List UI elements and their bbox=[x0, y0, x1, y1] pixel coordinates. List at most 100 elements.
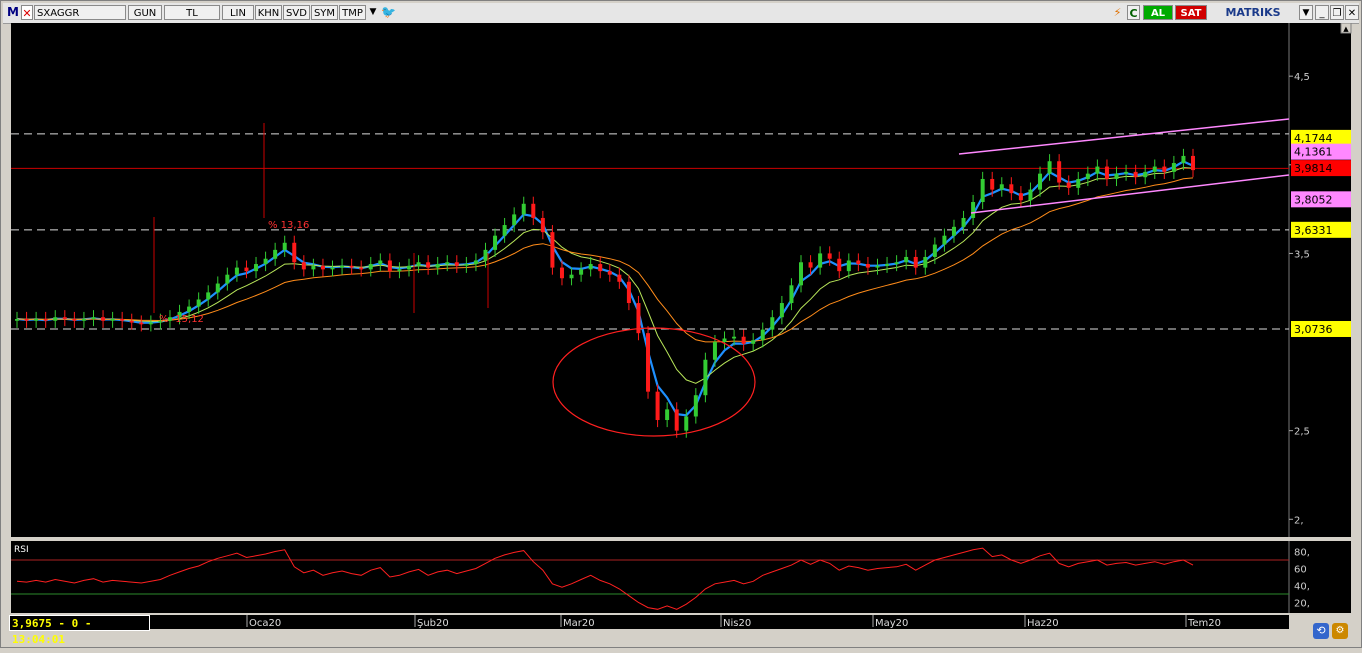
settings-icon[interactable]: ⚙ bbox=[1332, 623, 1348, 639]
candle-body bbox=[856, 260, 861, 265]
candle-body bbox=[416, 262, 421, 266]
candle-body bbox=[1085, 173, 1090, 179]
candle-body bbox=[1095, 166, 1100, 174]
candle-body bbox=[1152, 166, 1157, 172]
sell-button[interactable]: SAT bbox=[1175, 5, 1207, 20]
svg-text:▲: ▲ bbox=[1343, 25, 1349, 33]
chart-svg[interactable]: % 13,16% -15,12 4,543,52,52,4,17444,1361… bbox=[1, 22, 1362, 649]
candle-body bbox=[923, 256, 928, 268]
candle-body bbox=[703, 359, 708, 396]
candle-body bbox=[607, 271, 612, 275]
minimize-icon[interactable]: _ bbox=[1315, 5, 1329, 20]
candle-body bbox=[846, 260, 851, 272]
candle-body bbox=[741, 336, 746, 344]
price-marker-label: 4,1361 bbox=[1294, 146, 1333, 159]
candle-body bbox=[770, 317, 775, 330]
candle-body bbox=[1047, 161, 1052, 174]
candle-body bbox=[493, 235, 498, 250]
candle-body bbox=[215, 283, 220, 293]
candle-body bbox=[397, 269, 402, 272]
price-marker-label: 3,9814 bbox=[1294, 162, 1333, 175]
candle-body bbox=[550, 232, 555, 268]
time-label: Oca20 bbox=[249, 618, 281, 629]
candle-body bbox=[206, 292, 211, 300]
price-marker-label: 3,6331 bbox=[1294, 224, 1333, 237]
candle-body bbox=[913, 256, 918, 268]
price-tick-label: 2, bbox=[1294, 515, 1304, 526]
candle-body bbox=[760, 329, 765, 341]
menu-dropdown-icon[interactable]: ▼ bbox=[1299, 5, 1313, 20]
candle-body bbox=[1028, 189, 1033, 201]
restore-icon[interactable]: ❐ bbox=[1330, 5, 1344, 20]
khn-button[interactable]: KHN bbox=[255, 5, 282, 20]
sym-button[interactable]: SYM bbox=[311, 5, 338, 20]
price-tick-label: 2,5 bbox=[1294, 427, 1310, 438]
candle-body bbox=[951, 226, 956, 236]
lightning-icon[interactable]: ⚡ bbox=[1111, 5, 1124, 20]
candle-body bbox=[349, 265, 354, 268]
price-marker-label: 3,8052 bbox=[1294, 193, 1333, 206]
candle-body bbox=[43, 318, 48, 321]
candle-body bbox=[34, 318, 39, 321]
candle-body bbox=[617, 274, 622, 282]
candle-body bbox=[808, 262, 813, 268]
candle-body bbox=[894, 262, 899, 265]
candle-body bbox=[196, 299, 201, 307]
candle-body bbox=[980, 178, 985, 203]
rsi-label: RSI bbox=[14, 545, 29, 555]
candle-body bbox=[779, 303, 784, 318]
symbol-field[interactable]: SXAGGR bbox=[34, 5, 126, 20]
candle-body bbox=[225, 274, 230, 284]
price-tick-label: 3,5 bbox=[1294, 249, 1310, 260]
scale-button[interactable]: LIN bbox=[222, 5, 254, 20]
candle-body bbox=[473, 260, 478, 265]
close-symbol-icon[interactable]: ✕ bbox=[21, 5, 33, 20]
dropdown-icon[interactable]: ▼ bbox=[367, 5, 379, 20]
rsi-tick-label: 80, bbox=[1294, 548, 1310, 559]
candle-body bbox=[340, 265, 345, 268]
close-icon[interactable]: ✕ bbox=[1345, 5, 1359, 20]
time-label: Şub20 bbox=[417, 618, 449, 629]
period-button[interactable]: GUN bbox=[128, 5, 162, 20]
candle-body bbox=[273, 249, 278, 259]
down-percent-label: % -15,12 bbox=[159, 314, 204, 325]
candle-body bbox=[445, 262, 450, 265]
buy-button[interactable]: AL bbox=[1143, 5, 1173, 20]
candle-body bbox=[320, 265, 325, 270]
time-label: May20 bbox=[875, 618, 908, 629]
candle-body bbox=[646, 333, 651, 392]
candle-body bbox=[359, 267, 364, 270]
candle-body bbox=[512, 214, 517, 226]
time-label: Haz20 bbox=[1027, 618, 1059, 629]
candle-body bbox=[378, 260, 383, 265]
candle-body bbox=[579, 269, 584, 275]
sync-icon[interactable]: ⟲ bbox=[1313, 623, 1329, 639]
status-readout: 3,9675 - 0 - 13:04:01 bbox=[9, 615, 150, 646]
twitter-icon[interactable]: 🐦 bbox=[381, 5, 396, 20]
candle-body bbox=[1124, 171, 1129, 174]
price-marker-label: 4,1744 bbox=[1294, 132, 1333, 145]
candle-body bbox=[684, 416, 689, 431]
time-label: Tem20 bbox=[1187, 618, 1221, 629]
candle-body bbox=[655, 391, 660, 421]
candle-body bbox=[24, 318, 29, 321]
svd-button[interactable]: SVD bbox=[283, 5, 310, 20]
candle-body bbox=[588, 264, 593, 270]
candle-body bbox=[932, 244, 937, 257]
candle-body bbox=[330, 267, 335, 270]
candle-body bbox=[837, 258, 842, 272]
candle-body bbox=[101, 317, 106, 321]
candle-body bbox=[110, 318, 115, 321]
candle-body bbox=[990, 178, 995, 190]
candle-body bbox=[292, 242, 297, 263]
brand-logo: MATRIKS bbox=[1225, 6, 1281, 19]
rsi-tick-label: 40, bbox=[1294, 582, 1310, 593]
refresh-icon[interactable]: C bbox=[1127, 5, 1140, 20]
currency-button[interactable]: TL bbox=[164, 5, 220, 20]
rsi-tick-label: 60 bbox=[1294, 565, 1307, 576]
matriks-m-icon[interactable]: M bbox=[7, 5, 19, 20]
candle-body bbox=[626, 281, 631, 304]
tmp-button[interactable]: TMP bbox=[339, 5, 366, 20]
candle-body bbox=[254, 264, 259, 272]
candle-body bbox=[139, 322, 144, 325]
